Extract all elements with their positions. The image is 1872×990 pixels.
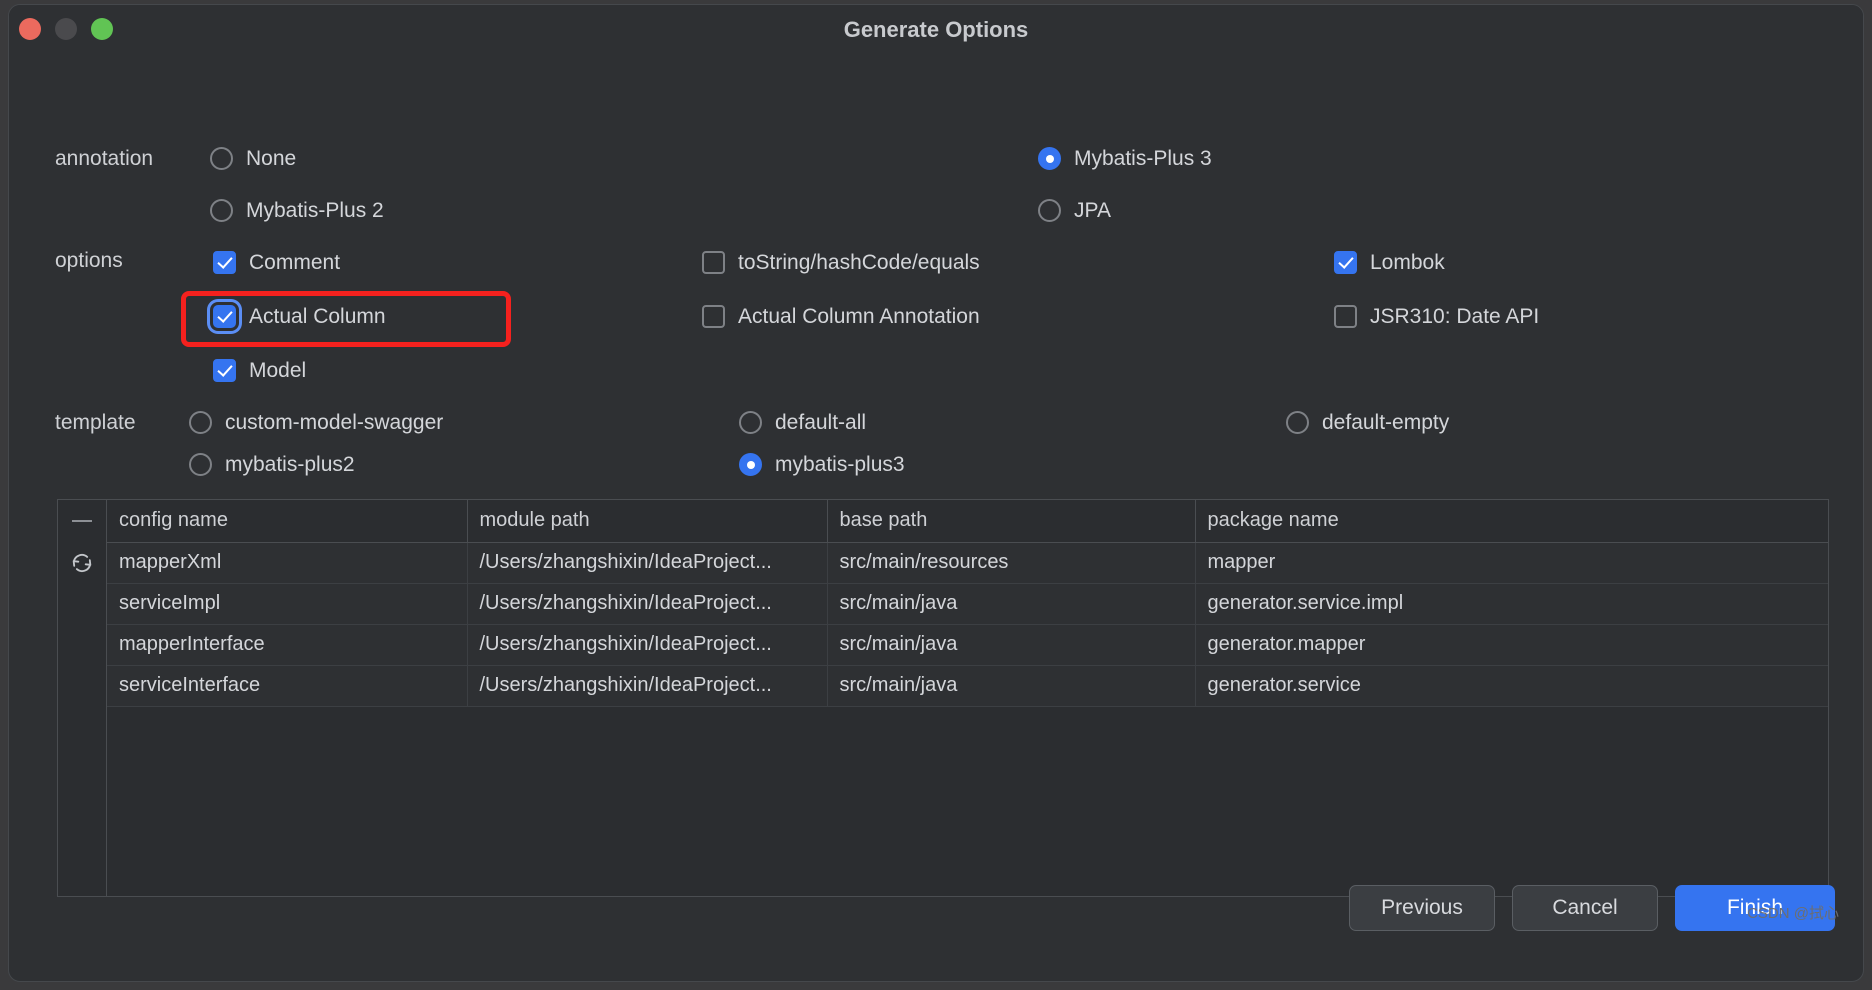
cell-module-path[interactable]: /Users/zhangshixin/IdeaProject... <box>467 542 828 584</box>
table-row[interactable]: serviceImpl /Users/zhangshixin/IdeaProje… <box>107 583 1828 625</box>
radio-label-mybatis-plus-3: Mybatis-Plus 3 <box>1074 147 1212 170</box>
radio-label-jpa: JPA <box>1074 199 1111 222</box>
cancel-button[interactable]: Cancel <box>1512 885 1658 931</box>
cell-package-name[interactable]: generator.service <box>1195 665 1828 707</box>
refresh-icon[interactable] <box>69 550 95 576</box>
radio-label-default-all: default-all <box>775 411 867 434</box>
dialog-footer: Previous Cancel Finish CSDN @拭心 <box>9 859 1863 981</box>
radio-annotation-mybatis-plus-3[interactable]: Mybatis-Plus 3 <box>1038 147 1212 170</box>
column-header-module-path[interactable]: module path <box>467 500 828 543</box>
radio-template-mybatis-plus2[interactable]: mybatis-plus2 <box>189 453 355 476</box>
checkbox-actual-column[interactable]: Actual Column <box>213 305 386 328</box>
checkbox-indicator-comment <box>213 251 236 274</box>
cell-config-name[interactable]: serviceImpl <box>107 583 468 625</box>
cell-module-path[interactable]: /Users/zhangshixin/IdeaProject... <box>467 624 828 666</box>
cell-config-name[interactable]: mapperXml <box>107 542 468 584</box>
cell-config-name[interactable]: serviceInterface <box>107 665 468 707</box>
checkbox-label-comment: Comment <box>249 251 341 274</box>
window-title: Generate Options <box>843 17 1029 42</box>
watermark: CSDN @拭心 <box>1747 905 1839 922</box>
table-row[interactable]: mapperXml /Users/zhangshixin/IdeaProject… <box>107 542 1828 584</box>
table-gutter <box>58 500 107 896</box>
checkbox-label-actual-column: Actual Column <box>249 305 386 328</box>
gutter-header-cell <box>58 500 106 542</box>
checkbox-lombok[interactable]: Lombok <box>1334 251 1445 274</box>
radio-label-custom-model-swagger: custom-model-swagger <box>225 411 444 434</box>
checkbox-indicator-lombok <box>1334 251 1357 274</box>
radio-indicator-default-empty <box>1286 411 1309 434</box>
radio-label-none: None <box>246 147 297 170</box>
radio-indicator-mybatis-plus2 <box>189 453 212 476</box>
cell-package-name[interactable]: generator.mapper <box>1195 624 1828 666</box>
radio-annotation-mybatis-plus-2[interactable]: Mybatis-Plus 2 <box>210 199 384 222</box>
checkbox-indicator-actual-column <box>213 305 236 328</box>
checkbox-tostring-hashcode-equals[interactable]: toString/hashCode/equals <box>702 251 980 274</box>
radio-indicator-default-all <box>739 411 762 434</box>
radio-indicator-none <box>210 147 233 170</box>
checkbox-comment[interactable]: Comment <box>213 251 340 274</box>
radio-label-mybatis-plus3: mybatis-plus3 <box>775 453 905 476</box>
radio-template-mybatis-plus3[interactable]: mybatis-plus3 <box>739 453 905 476</box>
column-header-package-name[interactable]: package name <box>1195 500 1828 543</box>
cell-base-path[interactable]: src/main/resources <box>827 542 1196 584</box>
checkbox-label-actual-column-annotation: Actual Column Annotation <box>738 305 980 328</box>
radio-indicator-jpa <box>1038 199 1061 222</box>
cell-base-path[interactable]: src/main/java <box>827 624 1196 666</box>
checkbox-indicator-model <box>213 359 236 382</box>
radio-label-default-empty: default-empty <box>1322 411 1450 434</box>
table-header-row: config name module path base path packag… <box>107 500 1828 543</box>
title-bar: Generate Options <box>9 5 1863 55</box>
column-header-base-path[interactable]: base path <box>827 500 1196 543</box>
radio-template-custom-model-swagger[interactable]: custom-model-swagger <box>189 411 443 434</box>
gutter-row-cell <box>58 542 106 584</box>
minus-icon[interactable] <box>72 520 92 522</box>
table-row[interactable]: serviceInterface /Users/zhangshixin/Idea… <box>107 665 1828 707</box>
generate-options-dialog: Generate Options annotation None Mybatis… <box>8 4 1864 982</box>
table-grid: config name module path base path packag… <box>107 500 1828 896</box>
checkbox-label-model: Model <box>249 359 307 382</box>
table-row[interactable]: mapperInterface /Users/zhangshixin/IdeaP… <box>107 624 1828 666</box>
cell-base-path[interactable]: src/main/java <box>827 665 1196 707</box>
radio-label-mybatis-plus-2: Mybatis-Plus 2 <box>246 199 384 222</box>
checkbox-label-tostring-hashcode-equals: toString/hashCode/equals <box>738 251 980 274</box>
checkbox-label-lombok: Lombok <box>1370 251 1445 274</box>
options-section-label: options <box>55 249 123 272</box>
config-table: config name module path base path packag… <box>57 499 1829 897</box>
radio-label-mybatis-plus2: mybatis-plus2 <box>225 453 355 476</box>
cell-package-name[interactable]: generator.service.impl <box>1195 583 1828 625</box>
annotation-section-label: annotation <box>55 147 154 170</box>
cell-config-name[interactable]: mapperInterface <box>107 624 468 666</box>
radio-annotation-none[interactable]: None <box>210 147 296 170</box>
radio-indicator-mybatis-plus3 <box>739 453 762 476</box>
radio-template-default-all[interactable]: default-all <box>739 411 866 434</box>
checkbox-model[interactable]: Model <box>213 359 306 382</box>
checkbox-label-jsr310-date-api: JSR310: Date API <box>1370 305 1540 328</box>
radio-indicator-mybatis-plus-3 <box>1038 147 1061 170</box>
checkbox-indicator-jsr310-date-api <box>1334 305 1357 328</box>
radio-template-default-empty[interactable]: default-empty <box>1286 411 1449 434</box>
checkbox-indicator-tostring-hashcode-equals <box>702 251 725 274</box>
radio-indicator-custom-model-swagger <box>189 411 212 434</box>
cell-module-path[interactable]: /Users/zhangshixin/IdeaProject... <box>467 583 828 625</box>
column-header-config-name[interactable]: config name <box>107 500 468 543</box>
radio-annotation-jpa[interactable]: JPA <box>1038 199 1111 222</box>
radio-indicator-mybatis-plus-2 <box>210 199 233 222</box>
checkbox-actual-column-annotation[interactable]: Actual Column Annotation <box>702 305 980 328</box>
cell-base-path[interactable]: src/main/java <box>827 583 1196 625</box>
checkbox-indicator-actual-column-annotation <box>702 305 725 328</box>
cell-module-path[interactable]: /Users/zhangshixin/IdeaProject... <box>467 665 828 707</box>
previous-button[interactable]: Previous <box>1349 885 1495 931</box>
checkbox-jsr310-date-api[interactable]: JSR310: Date API <box>1334 305 1539 328</box>
cell-package-name[interactable]: mapper <box>1195 542 1828 584</box>
template-section-label: template <box>55 411 136 434</box>
